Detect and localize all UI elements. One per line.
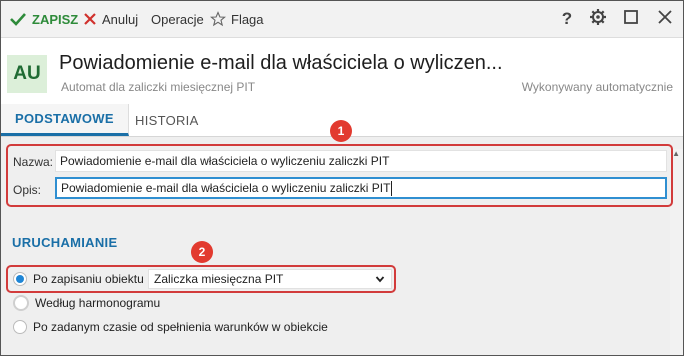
checkmark-icon <box>9 11 27 27</box>
avatar: AU <box>7 55 47 93</box>
name-label: Nazwa: <box>13 155 54 169</box>
flag-label: Flaga <box>231 11 264 27</box>
annotation-badge-1: 1 <box>330 120 352 142</box>
description-field[interactable]: Powiadomienie e-mail dla właściciela o w… <box>55 177 667 199</box>
scrollbar[interactable] <box>670 149 683 355</box>
object-type-value: Zaliczka miesięczna PIT <box>154 272 284 286</box>
operations-menu[interactable]: Operacje <box>151 1 204 37</box>
tab-basic[interactable]: PODSTAWOWE <box>1 104 129 136</box>
operations-label: Operacje <box>151 11 204 27</box>
text-cursor <box>391 180 393 196</box>
maximize-button[interactable] <box>618 1 644 37</box>
close-window-button[interactable] <box>652 1 678 37</box>
object-type-select[interactable]: Zaliczka miesięczna PIT <box>148 269 392 289</box>
star-icon <box>210 11 226 27</box>
page-title: Powiadomienie e-mail dla właściciela o w… <box>59 52 503 74</box>
radio-label-schedule: Według harmonogramu <box>35 296 161 310</box>
settings-button[interactable] <box>585 1 611 37</box>
help-icon: ? <box>561 9 573 28</box>
save-button[interactable]: ZAPISZ <box>9 1 78 37</box>
flag-button[interactable]: Flaga <box>210 1 264 37</box>
page-subtitle: Automat dla zaliczki miesięcznej PIT <box>61 80 256 94</box>
gear-icon <box>589 8 607 31</box>
record-header: AU Powiadomienie e-mail dla właściciela … <box>1 38 683 103</box>
save-label: ZAPISZ <box>32 11 79 27</box>
section-title-trigger: URUCHAMIANIE <box>12 235 118 250</box>
description-label: Opis: <box>13 183 42 197</box>
close-window-icon <box>657 9 673 30</box>
cancel-label: Anuluj <box>102 11 139 27</box>
name-field[interactable]: Powiadomienie e-mail dla właściciela o w… <box>55 150 667 172</box>
radio-selected-icon[interactable] <box>13 272 27 286</box>
radio-option-delay[interactable]: Po zadanym czasie od spełnienia warunków… <box>13 317 328 337</box>
close-icon <box>83 12 97 26</box>
chevron-down-icon <box>375 273 385 287</box>
status-text: Wykonywany automatycznie <box>521 80 673 94</box>
radio-option-schedule[interactable]: Według harmonogramu <box>13 293 160 313</box>
maximize-icon <box>623 9 639 30</box>
window: ZAPISZ Anuluj Operacje Flaga ? AU Powiad… <box>0 0 684 356</box>
toolbar: ZAPISZ Anuluj Operacje Flaga ? <box>1 1 683 38</box>
help-button[interactable]: ? <box>554 1 580 37</box>
radio-option-after-save[interactable]: Po zapisaniu obiektu <box>13 269 144 289</box>
cancel-button[interactable]: Anuluj <box>83 1 138 37</box>
radio-label-delay: Po zadanym czasie od spełnienia warunków… <box>33 320 328 334</box>
radio-unselected-icon[interactable] <box>13 320 27 334</box>
radio-label-after-save: Po zapisaniu obiektu <box>33 272 144 286</box>
annotation-badge-2: 2 <box>191 241 213 263</box>
description-value: Powiadomienie e-mail dla właściciela o w… <box>61 181 391 195</box>
tab-history[interactable]: HISTORIA <box>129 104 205 136</box>
scroll-up-arrow-icon[interactable]: ▲ <box>672 149 680 158</box>
radio-unselected-icon[interactable] <box>13 295 29 311</box>
